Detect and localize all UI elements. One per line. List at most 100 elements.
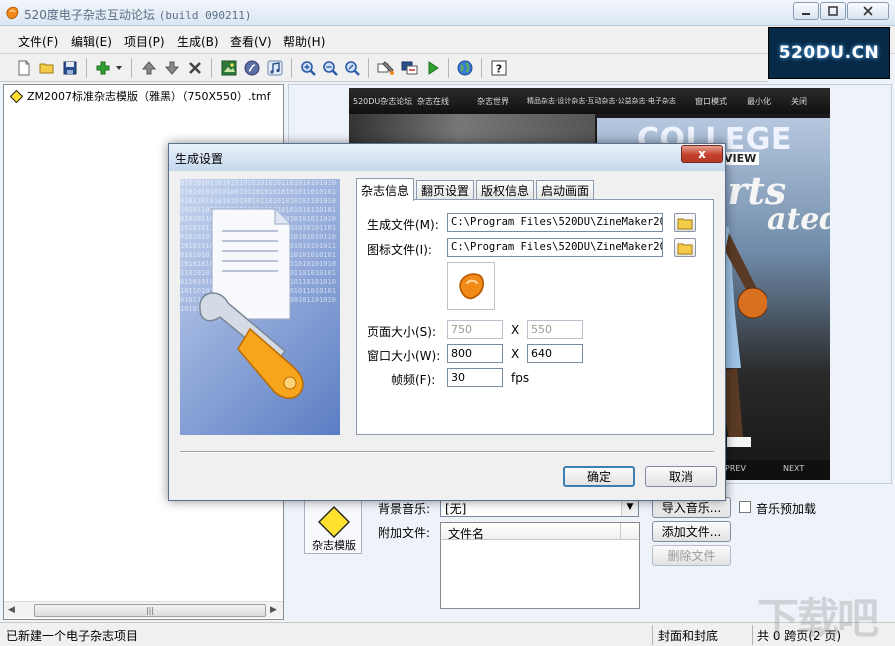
insert-swf-button[interactable] [242,58,262,78]
minimize-button[interactable] [793,2,819,20]
window-title-text: 520度电子杂志互动论坛 [24,8,155,22]
tree-horizontal-scrollbar[interactable]: ◀ ||| ▶ [4,601,283,618]
delete-button[interactable] [185,58,205,78]
new-file-button[interactable] [14,58,34,78]
brand-logo-text: 520DU.CN [778,43,880,63]
zoom-reset-button[interactable] [342,58,362,78]
document-wrench-icon [199,208,304,399]
play-preview-button[interactable] [423,58,443,78]
new-file-icon [18,60,30,76]
magazine-template-tile[interactable]: 杂志模版 [304,500,362,554]
add-button[interactable] [93,58,113,78]
open-file-button[interactable] [37,58,57,78]
frame-rate-label: 帧频(F): [391,373,436,387]
column-header-filename[interactable]: 文件名 [448,525,484,542]
insert-image-button[interactable] [219,58,239,78]
tab-magazine-info[interactable]: 杂志信息 [356,178,414,201]
chevron-down-icon[interactable]: ▼ [621,499,638,516]
toolbar-separator [131,58,132,78]
folder-icon [677,243,693,254]
save-icon [63,61,77,75]
web-button[interactable] [455,58,475,78]
attach-files-label: 附加文件: [378,526,431,540]
move-up-button[interactable] [139,58,159,78]
add-dropdown-button[interactable] [113,58,125,78]
toolbar-separator [86,58,87,78]
status-page-type: 封面和封底 [658,629,719,643]
dialog-close-button[interactable]: x [681,145,723,163]
mag-next-link[interactable]: NEXT [783,464,804,473]
close-icon [863,6,873,16]
toolbar-separator [211,58,212,78]
icon-file-input[interactable]: C:\Program Files\520DU\ZineMaker2007 [447,238,663,257]
dropdown-arrow-icon [116,66,122,70]
build-version: (build 090211) [158,9,252,22]
tree-item-template[interactable]: ZM2007标准杂志模版（雅黑）（750X550）.tmf [10,88,270,104]
scroll-left-arrow-icon[interactable]: ◀ [8,605,15,615]
toolbar-separator [368,58,369,78]
dialog-illustration: 0101010110101010101010101101010101010110… [180,179,340,435]
help-button[interactable]: ? [489,58,509,78]
zoom-out-button[interactable] [320,58,340,78]
window-width-input[interactable]: 800 [447,344,503,363]
template-diamond-icon [10,89,23,103]
build-settings-button[interactable] [376,58,396,78]
publish-button[interactable] [400,58,420,78]
mag-nav-item[interactable]: 窗口模式 [695,96,727,107]
mag-nav-item[interactable]: 精品杂志·设计杂志·互动杂志·公益杂志·电子杂志 [527,96,676,106]
menu-view[interactable]: 查看(V) [230,33,272,50]
music-preload-checkbox[interactable] [739,501,751,513]
menu-help[interactable]: 帮助(H) [283,33,325,50]
status-divider [752,625,753,645]
folder-icon [677,218,693,229]
cancel-button[interactable]: 取消 [645,466,717,487]
close-window-button[interactable] [847,2,889,20]
toolbar-separator [291,58,292,78]
tab-page-flip[interactable]: 翻页设置 [416,180,474,200]
remove-file-button[interactable]: 删除文件 [652,545,731,566]
tab-splash-screen[interactable]: 启动画面 [536,180,594,200]
tree-item-label: ZM2007标准杂志模版（雅黑）（750X550）.tmf [27,90,271,103]
mag-nav-item[interactable]: 最小化 [747,96,771,107]
menu-build[interactable]: 生成(B) [177,33,219,50]
zoom-reset-icon [345,61,360,76]
ok-button[interactable]: 确定 [563,466,635,487]
tab-copyright[interactable]: 版权信息 [476,180,534,200]
scrollbar-thumb[interactable]: ||| [34,604,266,617]
move-down-button[interactable] [162,58,182,78]
image-icon [221,60,237,76]
output-file-input[interactable]: C:\Program Files\520DU\ZineMaker2007 [447,213,663,232]
maximize-button[interactable] [820,2,846,20]
icon-preview [447,262,495,310]
page-width-input[interactable]: 750 [447,320,503,339]
app-logo-icon [459,273,485,300]
open-folder-icon [39,63,54,74]
browse-icon-button[interactable] [674,238,696,257]
publish-icon [401,61,418,75]
zoom-out-icon [323,61,338,76]
attach-file-list[interactable]: 文件名 [440,522,640,609]
save-button[interactable] [60,58,80,78]
frame-rate-input[interactable]: 30 [447,368,503,387]
mag-nav-item[interactable]: 520DU杂志论坛 [353,96,412,107]
menu-file[interactable]: 文件(F) [18,33,58,50]
mag-nav-item[interactable]: 关闭 [791,96,807,107]
bgmusic-value: [无] [445,502,467,516]
page-height-input[interactable]: 550 [527,320,583,339]
zoom-in-button[interactable] [298,58,318,78]
scroll-right-arrow-icon[interactable]: ▶ [270,605,277,615]
mag-prev-link[interactable]: PREV [725,464,746,473]
insert-music-button[interactable] [265,58,285,78]
template-diamond-icon [318,506,350,538]
add-file-button[interactable]: 添加文件... [652,521,731,542]
menu-project[interactable]: 项目(P) [124,33,165,50]
dialog-titlebar: 生成设置 x [169,144,725,171]
magazine-bottom-nav: PREV NEXT [719,460,830,480]
mag-nav-item[interactable]: 杂志在线 [417,96,449,107]
menu-edit[interactable]: 编辑(E) [71,33,112,50]
mag-nav-item[interactable]: 杂志世界 [477,96,509,107]
browse-output-button[interactable] [674,213,696,232]
music-preload-label: 音乐预加载 [756,502,817,516]
watermark-logo: 下载吧 [757,594,879,643]
window-height-input[interactable]: 640 [527,344,583,363]
